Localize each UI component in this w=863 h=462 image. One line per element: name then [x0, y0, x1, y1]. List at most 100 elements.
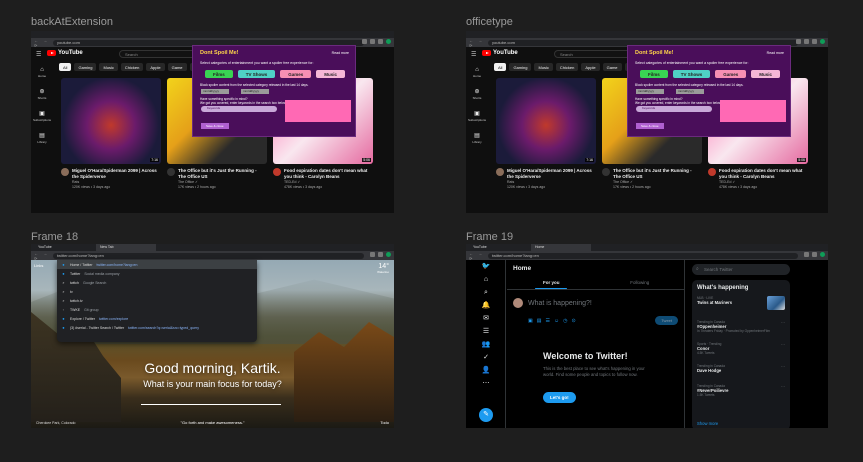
extension-icon[interactable] [804, 252, 809, 257]
more-icon[interactable]: ⋯ [781, 342, 785, 347]
category-tv-shows-button[interactable]: TV Shows [672, 70, 711, 78]
profile-avatar[interactable] [820, 39, 825, 44]
sidebar-item-home[interactable]: ⌂ Home [31, 61, 53, 83]
youtube-logo[interactable]: YouTube [482, 50, 518, 56]
extension-icon[interactable] [370, 252, 375, 257]
communities-icon[interactable]: 👥 [466, 338, 506, 351]
date-to-input[interactable]: mm/dd/yyyy [676, 89, 704, 94]
tab-following[interactable]: Following [596, 276, 685, 289]
menu-icon[interactable]: ☰ [36, 51, 41, 58]
more-icon[interactable]: ⋯ [781, 384, 785, 389]
chip-apple[interactable]: Apple [146, 63, 165, 71]
video-channel[interactable]: TED-Ed ✓ [719, 180, 735, 185]
category-music-button[interactable]: Music [751, 70, 781, 78]
channel-avatar[interactable] [496, 168, 504, 176]
gif-icon[interactable]: ▤ [537, 318, 542, 324]
notifications-icon[interactable]: 🔔 [466, 299, 506, 312]
avatar[interactable] [513, 298, 523, 308]
omnibox[interactable]: twitter.com/home?lang=en [53, 252, 364, 259]
read-more-link[interactable]: Read more [767, 51, 784, 55]
todo-button[interactable]: Todo [380, 420, 389, 425]
compose-input[interactable]: What is happening?! [528, 300, 592, 307]
sidebar-item-library[interactable]: ▤ Library [31, 127, 53, 149]
chip-music[interactable]: Music [534, 63, 553, 71]
video-title[interactable]: Miguel O'Hara/Spiderman 2099 | Across th… [507, 168, 593, 179]
lets-go-button[interactable]: Let's go! [543, 392, 576, 403]
compose-tweet-button[interactable]: ✎ [479, 408, 493, 422]
category-games-button[interactable]: Games [280, 70, 312, 78]
category-films-button[interactable]: Films [640, 70, 668, 78]
category-games-button[interactable]: Games [715, 70, 747, 78]
save-close-button[interactable]: Save & close [201, 123, 229, 129]
keyword-input[interactable]: Keywords [201, 106, 277, 112]
extension-icon[interactable] [362, 39, 367, 44]
trend-item[interactable]: Trending in Canada #NeverPoilievre 1.5K Tw… [697, 384, 785, 397]
extension-icon[interactable] [812, 252, 817, 257]
channel-avatar[interactable] [273, 168, 281, 176]
keyword-input[interactable]: Keywords [636, 106, 712, 112]
more-icon[interactable]: ⋯ [781, 320, 785, 325]
tweet-button[interactable]: Tweet [655, 316, 678, 325]
sidebar-item-home[interactable]: ⌂ Home [466, 61, 488, 83]
channel-avatar[interactable] [602, 168, 610, 176]
profile-avatar[interactable] [386, 39, 391, 44]
chip-game[interactable]: Game [602, 63, 622, 71]
trend-item[interactable]: Sports · Trending Conor 4.5K Tweets ⋯ [697, 342, 785, 355]
chip-chicken[interactable]: Chicken [120, 63, 144, 71]
chip-game[interactable]: Game [167, 63, 187, 71]
nav-buttons[interactable]: ← → ⟳ [31, 38, 53, 48]
category-films-button[interactable]: Films [205, 70, 233, 78]
nav-buttons[interactable]: ← → ⟳ [466, 38, 488, 48]
video-channel[interactable]: Rats [507, 180, 514, 185]
video-channel[interactable]: The Office ✓ [613, 180, 633, 185]
chip-music[interactable]: Music [99, 63, 118, 71]
trend-item[interactable]: Trending in Canada Dave Hodge ⋯ [697, 364, 785, 373]
category-music-button[interactable]: Music [316, 70, 346, 78]
links-button[interactable]: Links [34, 263, 43, 268]
video-title[interactable]: Food expiration dates don't mean what yo… [719, 168, 805, 179]
channel-avatar[interactable] [167, 168, 175, 176]
messages-icon[interactable]: ✉ [466, 312, 506, 325]
schedule-icon[interactable]: ◷ [563, 318, 567, 324]
more-icon[interactable]: ⋯ [781, 364, 785, 369]
suggestion-row[interactable]: ▫ TWKE Git group [57, 305, 257, 314]
extension-icon[interactable] [378, 39, 383, 44]
video-channel[interactable]: Rats [72, 180, 79, 185]
chip-apple[interactable]: Apple [581, 63, 600, 71]
tab-for-you[interactable]: For you [507, 276, 596, 289]
extension-icon[interactable] [812, 39, 817, 44]
location-icon[interactable]: ⊙ [571, 318, 575, 324]
tab-new-tab[interactable]: New Tab [96, 244, 156, 251]
date-from-input[interactable]: mm/dd/yyyy [201, 89, 229, 94]
profile-icon[interactable]: 👤 [466, 364, 506, 377]
tab-twitter[interactable]: Home [531, 244, 591, 251]
chip-gaming[interactable]: Gaming [74, 63, 97, 71]
profile-avatar[interactable] [820, 252, 825, 257]
category-tv-shows-button[interactable]: TV Shows [237, 70, 276, 78]
trend-item[interactable]: MLB · LIVE Twins at Mariners [697, 296, 785, 305]
read-more-link[interactable]: Read more [332, 51, 349, 55]
video-thumbnail[interactable]: 7:16 [61, 78, 161, 164]
twitter-search[interactable]: ⌕ Search Twitter [692, 264, 790, 275]
chip-gaming[interactable]: Gaming [509, 63, 532, 71]
suggestion-row[interactable]: ● Twitter Social media company [57, 269, 257, 278]
chip-all[interactable]: All [59, 63, 72, 71]
extension-icon[interactable] [378, 252, 383, 257]
home-icon[interactable]: ⌂ [466, 273, 506, 286]
sidebar-item-shorts[interactable]: ⊛ Shorts [466, 83, 488, 105]
extension-icon[interactable] [370, 39, 375, 44]
omnibox[interactable]: twitter.com/home?lang=en [488, 252, 798, 259]
video-channel[interactable]: The Office ✓ [178, 180, 198, 185]
show-more-link[interactable]: Show more [697, 421, 718, 426]
menu-icon[interactable]: ☰ [471, 51, 476, 58]
video-thumbnail[interactable]: 7:16 [496, 78, 596, 164]
twitter-logo-icon[interactable]: 🐦 [466, 260, 506, 273]
video-title[interactable]: The Office but it's Just the Running - T… [178, 168, 264, 179]
focus-input[interactable] [141, 404, 281, 405]
channel-avatar[interactable] [61, 168, 69, 176]
sidebar-item-subscriptions[interactable]: ▣ Subscriptions [31, 105, 53, 127]
suggestion-row[interactable]: ⌕ twitch Google Search [57, 278, 257, 287]
chip-chicken[interactable]: Chicken [555, 63, 579, 71]
verified-icon[interactable]: ✓ [466, 351, 506, 364]
more-icon[interactable]: ⋯ [466, 377, 506, 390]
